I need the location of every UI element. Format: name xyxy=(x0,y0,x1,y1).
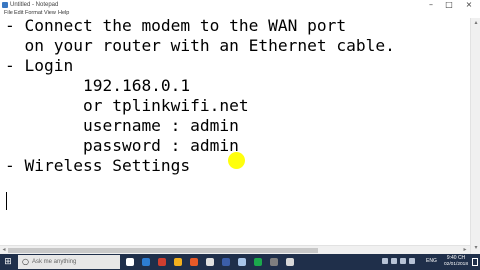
tray-battery-icon[interactable] xyxy=(409,258,415,264)
app-icon-2[interactable] xyxy=(158,258,166,266)
notepad-icon xyxy=(2,2,8,8)
start-button[interactable]: ⊞ xyxy=(3,257,13,267)
app-icon-3[interactable] xyxy=(174,258,182,266)
clock-date: 02/01/2018 xyxy=(443,262,468,267)
text-caret xyxy=(6,192,7,210)
text-line: - Login xyxy=(5,56,74,75)
text-line: on your router with an Ethernet cable. xyxy=(5,36,395,55)
clock-time: 9:40 CH xyxy=(446,255,466,261)
maximize-button[interactable]: □ xyxy=(442,0,456,10)
vertical-scrollbar[interactable]: ▴ ▾ xyxy=(470,18,480,254)
close-button[interactable]: × xyxy=(462,0,476,10)
clock[interactable]: 9:40 CH 02/01/2018 xyxy=(442,255,470,268)
text-line: - Wireless Settings xyxy=(5,156,191,175)
text-line: - Connect the modem to the WAN port xyxy=(5,16,347,35)
scroll-down-icon[interactable]: ▾ xyxy=(472,244,480,252)
tray-network-icon[interactable] xyxy=(391,258,397,264)
title-bar: Untitled - Notepad – □ × xyxy=(0,0,480,10)
scroll-right-icon[interactable]: ▸ xyxy=(461,246,469,254)
app-icon-4[interactable] xyxy=(190,258,198,266)
window-title: Untitled - Notepad xyxy=(10,2,59,8)
text-line: 192.168.0.1 xyxy=(5,76,191,95)
scroll-up-icon[interactable]: ▴ xyxy=(472,19,480,27)
app-icon-6[interactable] xyxy=(222,258,230,266)
tray-volume-icon[interactable] xyxy=(400,258,406,264)
task-view-icon[interactable] xyxy=(126,258,134,266)
app-icon-5[interactable] xyxy=(206,258,214,266)
app-icon-9[interactable] xyxy=(270,258,278,266)
search-icon: ○ xyxy=(22,257,29,266)
app-icon-7[interactable] xyxy=(238,258,246,266)
app-icon-8[interactable] xyxy=(254,258,262,266)
text-line: or tplinkwifi.net xyxy=(5,96,249,115)
text-line: username : admin xyxy=(5,116,239,135)
text-editor[interactable]: - Connect the modem to the WAN port on y… xyxy=(0,16,470,254)
notification-icon[interactable] xyxy=(472,258,478,266)
language-indicator[interactable]: ENG xyxy=(426,258,437,264)
scroll-thumb[interactable] xyxy=(8,248,318,253)
search-placeholder: Ask me anything xyxy=(32,259,77,265)
scroll-left-icon[interactable]: ◂ xyxy=(0,246,8,254)
text-line: password : admin xyxy=(5,136,239,155)
app-icon-10[interactable] xyxy=(286,258,294,266)
app-icon-1[interactable] xyxy=(142,258,150,266)
minimize-button[interactable]: – xyxy=(424,0,438,10)
taskbar: ⊞ ○ Ask me anything ENG 9:40 CH 02/01/20… xyxy=(0,254,480,270)
search-box[interactable]: ○ Ask me anything xyxy=(18,255,120,269)
tray-chevron-icon[interactable] xyxy=(382,258,388,264)
